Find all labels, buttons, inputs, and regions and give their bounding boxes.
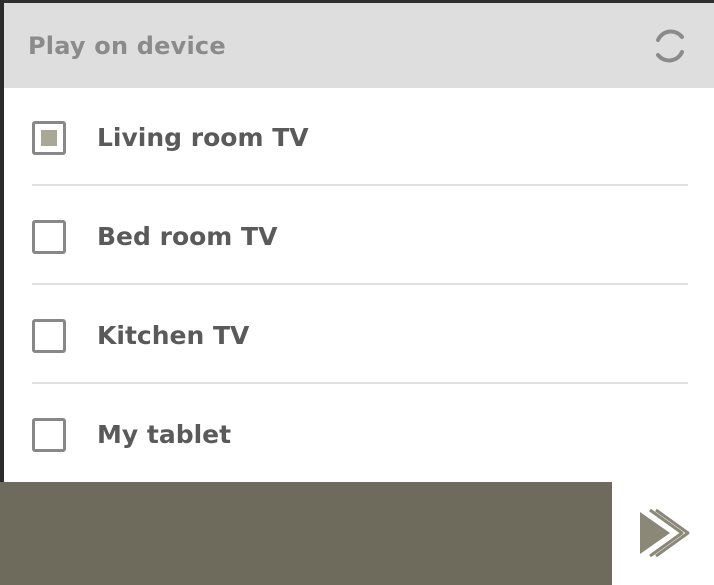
device-item-kitchen-tv[interactable]: Kitchen TV [4, 286, 714, 385]
device-label: Kitchen TV [97, 321, 250, 350]
device-checkbox-bed-room-tv[interactable] [32, 219, 66, 254]
device-item-bed-room-tv[interactable]: Bed room TV [4, 187, 714, 286]
device-label: Living room TV [97, 123, 309, 152]
divider [32, 382, 688, 384]
panel-title: Play on device [28, 31, 226, 60]
header: Play on device [4, 3, 714, 88]
play-icon[interactable] [632, 502, 694, 564]
device-list: Living room TV Bed room TV Kitchen TV My… [4, 88, 714, 482]
device-checkbox-my-tablet[interactable] [32, 417, 66, 452]
play-on-device-panel: Play on device Living room TV Bed room T… [0, 0, 714, 585]
device-label: Bed room TV [97, 222, 278, 251]
refresh-icon[interactable] [648, 24, 692, 68]
divider [32, 184, 688, 186]
refresh-icon-svg [656, 29, 684, 62]
device-item-my-tablet[interactable]: My tablet [4, 385, 714, 484]
device-checkbox-kitchen-tv[interactable] [32, 318, 66, 353]
device-checkbox-living-room-tv[interactable] [32, 120, 66, 155]
divider [32, 283, 688, 285]
device-label: My tablet [97, 420, 232, 449]
footer-bar [0, 482, 612, 585]
device-item-living-room-tv[interactable]: Living room TV [4, 88, 714, 187]
